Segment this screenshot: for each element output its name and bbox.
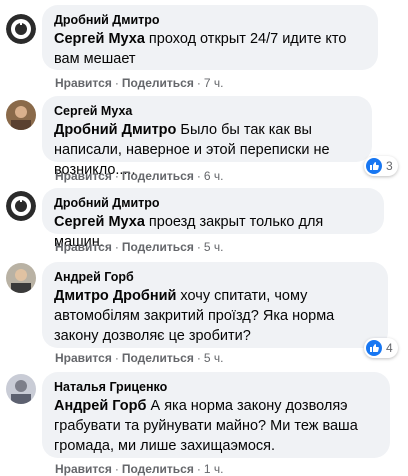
timestamp[interactable]: 7 ч. bbox=[204, 76, 224, 90]
timestamp[interactable]: 6 ч. bbox=[204, 169, 224, 183]
like-button[interactable]: Нравится bbox=[55, 240, 112, 254]
comment-author[interactable]: Наталья Гриценко bbox=[54, 379, 378, 395]
person-avatar[interactable] bbox=[6, 374, 36, 404]
comment-actions: Нравится · Поделиться · 5 ч. bbox=[55, 351, 224, 365]
thumbs-up-icon bbox=[366, 340, 382, 356]
comment-text: Андрей Горб А яка норма закону дозволяэ … bbox=[54, 396, 378, 456]
mention-link[interactable]: Сергей Муха bbox=[54, 214, 145, 230]
reaction-number: 3 bbox=[386, 159, 393, 173]
comment-author[interactable]: Дробний Дмитро bbox=[54, 195, 372, 211]
comment-author[interactable]: Сергей Муха bbox=[54, 103, 360, 119]
share-button[interactable]: Поделиться bbox=[122, 462, 194, 476]
thumbs-up-icon bbox=[366, 158, 382, 174]
app-logo-avatar[interactable] bbox=[6, 14, 36, 44]
reaction-count[interactable]: 4 bbox=[364, 338, 398, 358]
share-button[interactable]: Поделиться bbox=[122, 351, 194, 365]
mention-link[interactable]: Дмитро Дробний bbox=[54, 288, 176, 304]
mention-link[interactable]: Сергей Муха bbox=[54, 31, 145, 47]
timestamp[interactable]: 1 ч. bbox=[204, 462, 224, 476]
person-avatar[interactable] bbox=[6, 263, 36, 293]
comment-actions: Нравится · Поделиться · 1 ч. bbox=[55, 462, 224, 476]
like-button[interactable]: Нравится bbox=[55, 169, 112, 183]
comment-actions: Нравится · Поделиться · 5 ч. bbox=[55, 240, 224, 254]
comment-actions: Нравится · Поделиться · 6 ч. bbox=[55, 169, 224, 183]
comment-bubble: Дробний Дмитро Сергей Муха проезд закрыт… bbox=[42, 188, 384, 250]
mention-link[interactable]: Андрей Горб bbox=[54, 398, 146, 414]
timestamp[interactable]: 5 ч. bbox=[204, 240, 224, 254]
comment-author[interactable]: Андрей Горб bbox=[54, 269, 376, 285]
comment-bubble: Андрей Горб Дмитро Дробний хочу спитати,… bbox=[42, 262, 388, 348]
mention-link[interactable]: Дробний Дмитро bbox=[54, 122, 176, 138]
comment-text: Дмитро Дробний хочу спитати, чому автомо… bbox=[54, 286, 376, 346]
share-button[interactable]: Поделиться bbox=[122, 240, 194, 254]
comment-text: Сергей Муха проход открыт 24/7 идите кто… bbox=[54, 29, 366, 69]
like-button[interactable]: Нравится bbox=[55, 351, 112, 365]
comment-bubble: Сергей Муха Дробний Дмитро Было бы так к… bbox=[42, 96, 372, 178]
person-avatar[interactable] bbox=[6, 100, 36, 130]
comment-thread: Дробний Дмитро Сергей Муха проход открыт… bbox=[0, 0, 408, 476]
comment-bubble: Дробний Дмитро Сергей Муха проход открыт… bbox=[42, 5, 378, 70]
like-button[interactable]: Нравится bbox=[55, 76, 112, 90]
comment-actions: Нравится · Поделиться · 7 ч. bbox=[55, 76, 224, 90]
share-button[interactable]: Поделиться bbox=[122, 76, 194, 90]
reaction-number: 4 bbox=[386, 341, 393, 355]
reaction-count[interactable]: 3 bbox=[364, 156, 398, 176]
comment-author[interactable]: Дробний Дмитро bbox=[54, 12, 366, 28]
like-button[interactable]: Нравится bbox=[55, 462, 112, 476]
share-button[interactable]: Поделиться bbox=[122, 169, 194, 183]
app-logo-avatar[interactable] bbox=[6, 191, 36, 221]
comment-bubble: Наталья Гриценко Андрей Горб А яка норма… bbox=[42, 372, 390, 458]
timestamp[interactable]: 5 ч. bbox=[204, 351, 224, 365]
